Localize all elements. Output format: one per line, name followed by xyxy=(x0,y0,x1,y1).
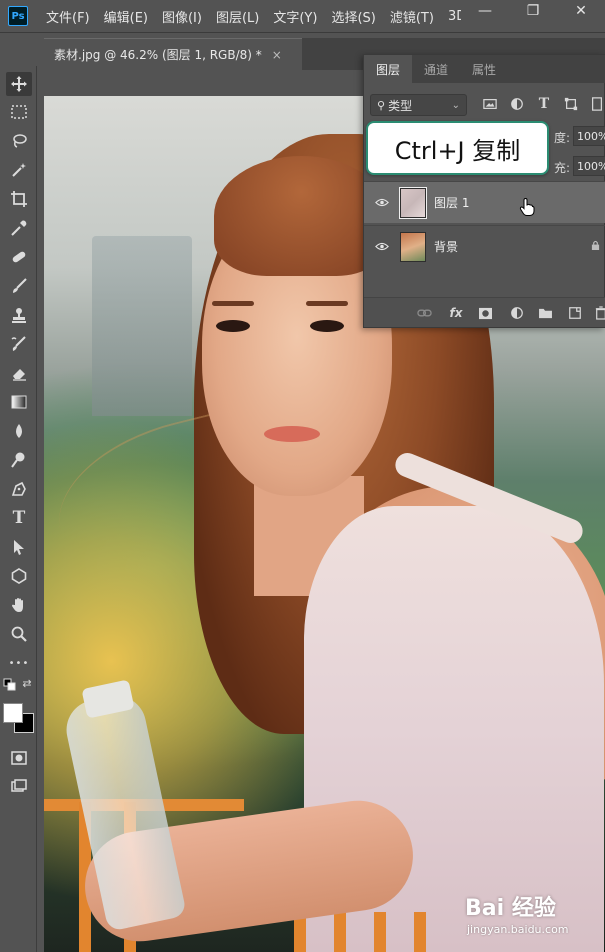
background-building xyxy=(92,236,192,416)
menu-select[interactable]: 选择(S) xyxy=(331,7,375,26)
visibility-eye-icon[interactable] xyxy=(372,242,392,251)
crop-tool-icon[interactable] xyxy=(6,187,32,211)
screen-mode-icon[interactable] xyxy=(6,774,32,798)
mask-icon[interactable] xyxy=(477,305,493,321)
filter-type-icon[interactable]: T xyxy=(535,95,553,113)
visibility-eye-icon[interactable] xyxy=(372,198,392,207)
adjustment-icon[interactable] xyxy=(509,305,525,321)
default-colors-icon[interactable] xyxy=(3,678,17,692)
marquee-tool-icon[interactable] xyxy=(6,100,32,124)
baidu-url-text: jingyan.baidu.com xyxy=(467,923,569,936)
fence-bar xyxy=(414,912,426,952)
history-brush-tool-icon[interactable] xyxy=(6,332,32,356)
brush-tool-icon[interactable] xyxy=(6,274,32,298)
hand-cursor-icon xyxy=(519,197,535,217)
photoshop-logo-icon[interactable]: Ps xyxy=(8,6,28,26)
quick-mask-icon[interactable] xyxy=(6,746,32,770)
menu-edit[interactable]: 编辑(E) xyxy=(104,7,148,26)
menu-file[interactable]: 文件(F) xyxy=(46,7,90,26)
layer-row-layer1[interactable]: 图层 1 xyxy=(364,181,605,223)
layer-thumbnail xyxy=(399,186,427,219)
more-tools-icon[interactable]: ••• xyxy=(6,652,32,676)
panel-tabs: 图层 通道 属性 xyxy=(364,55,605,83)
search-icon: ⚲ xyxy=(377,98,386,112)
close-window-button[interactable]: ✕ xyxy=(557,0,605,22)
filter-pixel-icon[interactable] xyxy=(481,95,499,113)
fx-icon[interactable]: fx xyxy=(448,305,464,321)
chevron-down-icon: ⌄ xyxy=(451,99,460,111)
tools-panel: T ••• ⇄ xyxy=(0,66,37,952)
window-controls: — ❐ ✕ xyxy=(461,0,605,22)
tab-layers[interactable]: 图层 xyxy=(364,55,413,83)
lasso-tool-icon[interactable] xyxy=(6,129,32,153)
filter-adjustment-icon[interactable] xyxy=(508,95,526,113)
left-eye xyxy=(216,320,250,332)
tab-channels[interactable]: 通道 xyxy=(412,55,460,83)
trash-icon[interactable] xyxy=(593,305,605,321)
filter-shape-icon[interactable] xyxy=(562,95,580,113)
document-tab-title: 素材.jpg @ 46.2% (图层 1, RGB/8) * xyxy=(54,48,262,62)
type-tool-icon[interactable]: T xyxy=(6,506,32,530)
menu-type[interactable]: 文字(Y) xyxy=(273,7,317,26)
eraser-tool-icon[interactable] xyxy=(6,361,32,385)
link-icon[interactable] xyxy=(416,305,432,321)
menu-bar: Ps 文件(F) 编辑(E) 图像(I) 图层(L) 文字(Y) 选择(S) 滤… xyxy=(0,0,605,33)
baidu-logo-text: Bai 经验 xyxy=(465,896,556,921)
document-tab[interactable]: 素材.jpg @ 46.2% (图层 1, RGB/8) * × xyxy=(44,38,302,70)
menu-image[interactable]: 图像(I) xyxy=(162,7,202,26)
pen-tool-icon[interactable] xyxy=(6,477,32,501)
close-tab-icon[interactable]: × xyxy=(272,48,282,62)
layer-thumbnail xyxy=(400,231,426,262)
restore-button[interactable]: ❐ xyxy=(509,0,557,22)
right-eye xyxy=(310,320,344,332)
menu-filter[interactable]: 滤镜(T) xyxy=(390,7,434,26)
baidu-watermark: Bai 经验 jingyan.baidu.com xyxy=(465,890,600,945)
opacity-label: 度: xyxy=(554,131,571,145)
blur-tool-icon[interactable] xyxy=(6,419,32,443)
eyedropper-tool-icon[interactable] xyxy=(6,216,32,240)
tab-properties[interactable]: 属性 xyxy=(460,55,508,83)
opacity-field[interactable]: 100% xyxy=(573,126,605,146)
photoshop-window: Ps 文件(F) 编辑(E) 图像(I) 图层(L) 文字(Y) 选择(S) 滤… xyxy=(0,0,605,952)
right-eyebrow xyxy=(306,301,348,306)
magic-wand-tool-icon[interactable] xyxy=(6,158,32,182)
layer-name: 背景 xyxy=(434,240,459,254)
layer-name: 图层 1 xyxy=(434,196,470,210)
healing-brush-tool-icon[interactable] xyxy=(6,245,32,269)
lips xyxy=(264,426,320,442)
folder-icon[interactable] xyxy=(537,305,553,321)
fill-label: 充: xyxy=(554,161,571,175)
shortcut-overlay-label: Ctrl+J 复制 xyxy=(366,121,549,175)
move-tool-icon[interactable] xyxy=(6,72,32,96)
new-layer-icon[interactable] xyxy=(567,305,583,321)
filter-smart-object-icon[interactable] xyxy=(588,95,605,113)
dodge-tool-icon[interactable] xyxy=(6,448,32,472)
minimize-button[interactable]: — xyxy=(461,0,509,22)
zoom-tool-icon[interactable] xyxy=(6,622,32,646)
layers-panel-footer: fx xyxy=(364,297,605,327)
foreground-color-swatch[interactable] xyxy=(3,703,23,723)
clone-stamp-tool-icon[interactable] xyxy=(6,303,32,327)
fence-bar xyxy=(374,912,386,952)
left-eyebrow xyxy=(212,301,254,306)
menu-layer[interactable]: 图层(L) xyxy=(216,7,259,26)
path-selection-tool-icon[interactable] xyxy=(6,535,32,559)
fence-bar xyxy=(334,912,346,952)
layer-row-background[interactable]: 背景 xyxy=(364,225,605,267)
fill-field[interactable]: 100% xyxy=(573,156,605,176)
swap-colors-icon[interactable]: ⇄ xyxy=(20,676,34,690)
hand-tool-icon[interactable] xyxy=(6,593,32,617)
shape-tool-icon[interactable] xyxy=(6,564,32,588)
layer-filter-select[interactable]: ⚲ 类型 ⌄ xyxy=(370,94,467,116)
filter-label: 类型 xyxy=(388,98,413,113)
lock-icon[interactable] xyxy=(591,240,600,254)
gradient-tool-icon[interactable] xyxy=(6,390,32,414)
layers-panel: 图层 通道 属性 ⚲ 类型 ⌄ T 度: 100% 充: 100% xyxy=(363,54,605,328)
